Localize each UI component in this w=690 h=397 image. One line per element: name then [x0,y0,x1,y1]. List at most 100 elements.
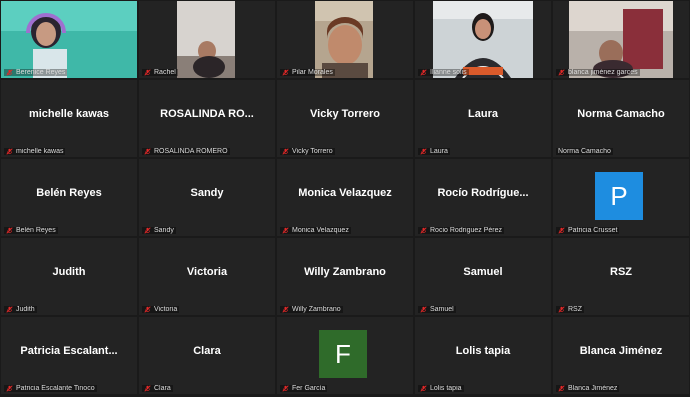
mic-muted-icon [144,69,151,76]
participant-tile[interactable]: Berenice Reyes [1,1,137,78]
mic-muted-icon [420,306,427,313]
participant-tile[interactable]: ROSALINDA RO... ROSALINDA ROMERO [139,80,275,157]
participant-tile[interactable]: Rocío Rodrígue... Rocio Rodriguez Pérez [415,159,551,236]
participant-video [277,1,413,78]
participant-tile[interactable]: Rachel [139,1,275,78]
participant-display-name: RSZ [610,266,632,278]
participant-name-label: michelle kawas [4,148,66,155]
participant-display-name: Patricia Escalant... [20,345,118,357]
participant-tile[interactable]: Laura Laura [415,80,551,157]
participant-name-label: Rachel [142,69,178,76]
gallery-grid: Berenice Reyes Rachel Pilar Morales Ilia… [1,1,689,396]
mic-muted-icon [144,306,151,313]
mic-muted-icon [144,148,151,155]
mic-muted-icon [558,306,565,313]
participant-name-label: ROSALINDA ROMERO [142,148,230,155]
participant-display-name: Clara [193,345,221,357]
participant-display-name: michelle kawas [28,108,110,120]
participant-tile[interactable]: Clara Clara [139,317,275,394]
participant-display-name: Laura [468,108,498,120]
participant-tile[interactable]: Judith Judith [1,238,137,315]
participant-tile[interactable]: Belén Reyes Belén Reyes [1,159,137,236]
mic-muted-icon [6,227,13,234]
participant-tile[interactable]: Victoria Victoria [139,238,275,315]
participant-tile[interactable]: F Fer García [277,317,413,394]
participant-name-label: blanca jiménez garces [556,69,640,76]
participant-name: Judith [16,306,35,313]
mic-muted-icon [6,385,13,392]
participant-name-label: Judith [4,306,37,313]
participant-display-name: ROSALINDA RO... [160,108,254,120]
participant-display-name: Norma Camacho [577,108,665,120]
participant-name: Belén Reyes [16,227,56,234]
participant-name: Victoria [154,306,178,313]
participant-name: Rocio Rodriguez Pérez [430,227,502,234]
participant-name: Norma Camacho [558,148,611,155]
participant-tile[interactable]: Samuel Samuel [415,238,551,315]
participant-tile[interactable]: Norma Camacho Norma Camacho [553,80,689,157]
mic-muted-icon [282,227,289,234]
participant-name-label: Belén Reyes [4,227,58,234]
participant-display-name: Belén Reyes [36,187,102,199]
participant-tile[interactable]: blanca jiménez garces [553,1,689,78]
participant-display-name: Lolis tapia [455,345,511,357]
participant-name-label: Fer García [280,385,328,392]
participant-display-name: Samuel [463,266,503,278]
participant-name: Fer García [292,385,326,392]
mic-muted-icon [558,227,565,234]
mic-muted-icon [420,385,427,392]
participant-tile[interactable]: Willy Zambrano Willy Zambrano [277,238,413,315]
participant-tile[interactable]: Monica Velazquez Monica Velazquez [277,159,413,236]
participant-name: Blanca Jiménez [568,385,618,392]
mic-muted-icon [558,69,565,76]
mic-muted-icon [420,69,427,76]
participant-tile[interactable]: Patricia Escalant... Patricia Escalante … [1,317,137,394]
participant-tile[interactable]: Vicky Torrero Vicky Torrero [277,80,413,157]
participant-name-label: Sandy [142,227,176,234]
participant-name: Monica Velazquez [292,227,349,234]
participant-video [1,1,137,78]
participant-name: Clara [154,385,171,392]
participant-name-label: Patricia Escalante Tinoco [4,385,97,392]
participant-display-name: Blanca Jiménez [579,345,663,357]
participant-name: Rachel [154,69,176,76]
participant-tile[interactable]: michelle kawas michelle kawas [1,80,137,157]
participant-tile[interactable]: Lolis tapia Lolis tapia [415,317,551,394]
avatar: P [595,172,643,220]
participant-name-label: RSZ [556,306,584,313]
participant-name-label: Vicky Torrero [280,148,335,155]
participant-name: Ilianne solis [430,69,467,76]
participant-video [415,1,551,78]
mic-muted-icon [282,385,289,392]
participant-tile[interactable]: Blanca Jiménez Blanca Jiménez [553,317,689,394]
participant-name-label: Pilar Morales [280,69,335,76]
participant-tile[interactable]: Ilianne solis [415,1,551,78]
participant-name: Pilar Morales [292,69,333,76]
participant-name: michelle kawas [16,148,64,155]
participant-name-label: Berenice Reyes [4,69,68,76]
participant-name: ROSALINDA ROMERO [154,148,228,155]
participant-tile[interactable]: RSZ RSZ [553,238,689,315]
mic-muted-icon [282,148,289,155]
participant-tile[interactable]: Sandy Sandy [139,159,275,236]
mic-muted-icon [6,148,13,155]
participant-name: Samuel [430,306,454,313]
participant-name: Laura [430,148,448,155]
participant-name-label: Monica Velazquez [280,227,351,234]
participant-name-label: Victoria [142,306,180,313]
participant-display-name: Willy Zambrano [304,266,386,278]
avatar: F [319,330,367,378]
mic-muted-icon [144,385,151,392]
participant-name-label: Rocio Rodriguez Pérez [418,227,504,234]
participant-tile[interactable]: Pilar Morales [277,1,413,78]
participant-name: Willy Zambrano [292,306,341,313]
participant-display-name: Rocío Rodrígue... [437,187,529,199]
participant-video [139,1,275,78]
participant-name: Vicky Torrero [292,148,333,155]
mic-muted-icon [6,69,13,76]
participant-name-label: Willy Zambrano [280,306,343,313]
participant-name-label: Clara [142,385,173,392]
participant-tile[interactable]: P Patricia Crusset [553,159,689,236]
participant-name-label: Ilianne solis [418,69,469,76]
mic-muted-icon [558,385,565,392]
